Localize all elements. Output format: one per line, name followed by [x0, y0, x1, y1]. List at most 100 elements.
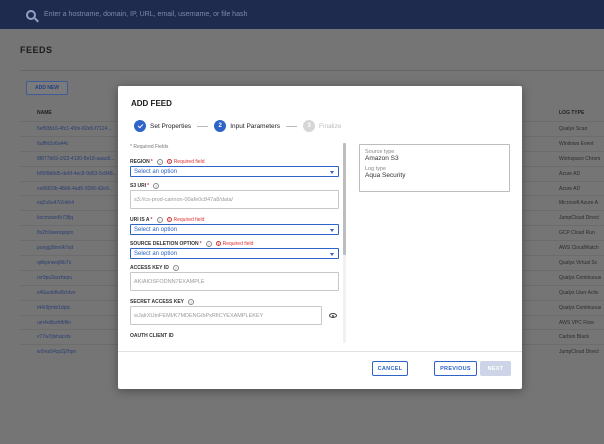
source-type-value: Amazon S3	[365, 155, 399, 162]
chevron-down-icon	[330, 229, 334, 232]
feed-name-cell[interactable]: um4o6bzhfbflin	[37, 320, 71, 326]
feed-name-cell[interactable]: eq2u6u47i2okh4	[37, 200, 74, 206]
next-button[interactable]: NEXT	[480, 361, 511, 376]
feed-name-cell[interactable]: pcegg3tmvlk7sd	[37, 245, 73, 251]
chevron-down-icon	[330, 171, 334, 174]
log-type-cell: AWS VPC Flow	[559, 319, 594, 326]
secret-access-key-field: SECRET ACCESS KEY ? wJalrXUtnFEMI/K7MDEN…	[130, 297, 350, 325]
oauth-client-id-field: OAUTH CLIENT ID	[130, 331, 350, 340]
search-icon	[26, 9, 36, 20]
secret-access-key-label: SECRET ACCESS KEY	[130, 298, 184, 305]
s3-uri-field: S3 URI * ? s3://cs-prod-cannon-00afe0c847…	[130, 181, 350, 209]
region-select-value: Select an option	[134, 168, 178, 175]
error-icon	[166, 159, 172, 164]
error-icon	[166, 217, 172, 222]
divider	[20, 70, 604, 71]
source-deletion-select[interactable]: Select an option	[130, 248, 339, 259]
feed-name-cell[interactable]: v77w7jlshacvts	[37, 334, 71, 340]
log-type-cell: Qualys Continuous	[559, 304, 602, 311]
column-header-name[interactable]: NAME	[37, 110, 52, 116]
feed-name-cell[interactable]: w2ma54zp2j2hpn	[37, 349, 76, 355]
region-select[interactable]: Select an option	[130, 166, 339, 177]
log-type-cell: GCP Cloud Run	[559, 230, 595, 237]
log-type-cell: JumpCloud Direct	[559, 349, 599, 356]
feed-name-cell[interactable]: 8f877b69-1f22-4120-8e18-aaac8...	[37, 156, 114, 162]
step-number-3: 3	[303, 120, 316, 132]
feed-name-cell[interactable]: b05f9b8d5-de6f-4ec8-9d03-5c848...	[37, 171, 117, 177]
source-deletion-select-value: Select an option	[134, 250, 178, 257]
step-number-2: 2	[214, 120, 227, 132]
scrollbar-thumb[interactable]	[343, 143, 346, 255]
feed-name-cell[interactable]: ce6681fb-48d6-4ad5-9266-d2e9...	[37, 186, 113, 192]
s3-uri-input[interactable]: s3://cs-prod-cannon-00afe0c847a8/data/	[130, 190, 339, 209]
feed-summary-box: Source type Amazon S3 Log type Aqua Secu…	[359, 144, 510, 192]
input-parameters-form: * Required Fields REGION* ? Required fie…	[130, 144, 350, 349]
step-connector	[197, 125, 209, 127]
access-key-id-input[interactable]: AKIAIOSFODNN7EXAMPLE	[130, 272, 339, 291]
feed-name-cell[interactable]: s46auhdlw8chtvv	[37, 290, 75, 296]
feed-name-cell[interactable]: 5ef93b16-4fc1-45fe-82e5-f7124...	[37, 126, 112, 132]
access-key-id-field: ACCESS KEY ID ? AKIAIOSFODNN7EXAMPLE	[130, 263, 350, 291]
uri-is-a-label: URI IS A	[130, 216, 150, 223]
uri-is-a-field: URI IS A* ? Required field Select an opt…	[130, 215, 350, 235]
log-type-cell: Qualys Continuous	[559, 274, 602, 281]
top-search-bar: Enter a hostname, domain, IP, URL, email…	[0, 0, 604, 29]
region-label: REGION	[130, 158, 150, 165]
source-deletion-label: SOURCE DELETION OPTION	[130, 240, 199, 247]
required-fields-note: * Required Fields	[130, 144, 169, 150]
log-type-cell: Qualys Scan	[559, 126, 588, 132]
column-header-log-type[interactable]: LOG TYPE	[559, 110, 584, 116]
uri-is-a-error: Required field	[173, 216, 205, 223]
log-type-cell: Qualys User Activ	[559, 289, 599, 296]
uri-is-a-select-value: Select an option	[134, 226, 178, 233]
oauth-client-id-label: OAUTH CLIENT ID	[130, 332, 174, 339]
cancel-button[interactable]: CANCEL	[372, 361, 408, 376]
add-new-button[interactable]: ADD NEW	[26, 81, 68, 95]
log-type-cell: Microsoft Azure A	[559, 200, 598, 207]
eye-icon[interactable]	[329, 313, 337, 318]
modal-title: ADD FEED	[131, 99, 172, 108]
secret-access-key-input[interactable]: wJalrXUtnFEMI/K7MDENG/bPxRfiCYEXAMPLEKEY	[130, 306, 322, 325]
access-key-id-label: ACCESS KEY ID	[130, 264, 169, 271]
log-type-cell: AWS CloudWatch	[559, 245, 599, 252]
feed-name-cell[interactable]: kocmzwo6r73fjq	[37, 215, 73, 221]
help-icon[interactable]: ?	[188, 298, 194, 305]
help-icon[interactable]: ?	[205, 240, 212, 247]
log-type-value: Aqua Security	[365, 172, 406, 179]
help-icon[interactable]: ?	[156, 216, 163, 223]
region-field: REGION* ? Required field Select an optio…	[130, 157, 350, 177]
stepper: Set Properties 2 Input Parameters 3 Fina…	[134, 119, 341, 133]
page-title: FEEDS	[20, 45, 53, 55]
feed-name-cell[interactable]: 8s2fr0weoqxipm	[37, 230, 73, 236]
uri-is-a-select[interactable]: Select an option	[130, 224, 339, 235]
previous-button[interactable]: PREVIOUS	[434, 361, 477, 376]
log-type-cell: Windows Event	[559, 140, 594, 147]
feed-name-cell[interactable]: t44r9jrmb1dptc	[37, 305, 70, 311]
feed-name-cell[interactable]: 6uffht2o6u44c	[37, 141, 69, 147]
divider	[118, 351, 522, 352]
help-icon[interactable]: ?	[172, 264, 179, 271]
source-deletion-field: SOURCE DELETION OPTION* ? Required field…	[130, 239, 350, 259]
feed-name-cell[interactable]: qdkpinwoj8ib7s	[37, 260, 71, 266]
step-label-input-parameters[interactable]: Input Parameters	[230, 123, 280, 130]
log-type-cell: Carbon Black	[559, 334, 590, 341]
global-search-input[interactable]: Enter a hostname, domain, IP, URL, email…	[44, 11, 247, 18]
error-icon	[215, 241, 221, 246]
step-complete-check-icon	[134, 120, 146, 132]
log-type-cell: Workspace Chrom	[559, 155, 601, 162]
step-connector	[286, 125, 298, 127]
feed-name-cell[interactable]: rsr9pu3arzhepu	[37, 275, 72, 281]
chevron-down-icon	[330, 253, 334, 256]
source-deletion-error: Required field	[222, 240, 254, 247]
log-type-cell: JumpCloud Direct	[559, 215, 599, 222]
region-error: Required field	[173, 158, 205, 165]
help-icon[interactable]: ?	[156, 158, 163, 165]
step-label-set-properties[interactable]: Set Properties	[150, 123, 191, 130]
form-scrollbar[interactable]	[343, 143, 346, 343]
log-type-cell: Qualys Virtual Sc	[559, 260, 598, 267]
help-icon[interactable]: ?	[153, 182, 160, 189]
step-label-finalize: Finalize	[319, 122, 342, 130]
log-type-cell: Azure AD	[559, 185, 581, 192]
log-type-cell: Azure AD	[559, 170, 581, 177]
s3-uri-label: S3 URI	[130, 182, 147, 189]
